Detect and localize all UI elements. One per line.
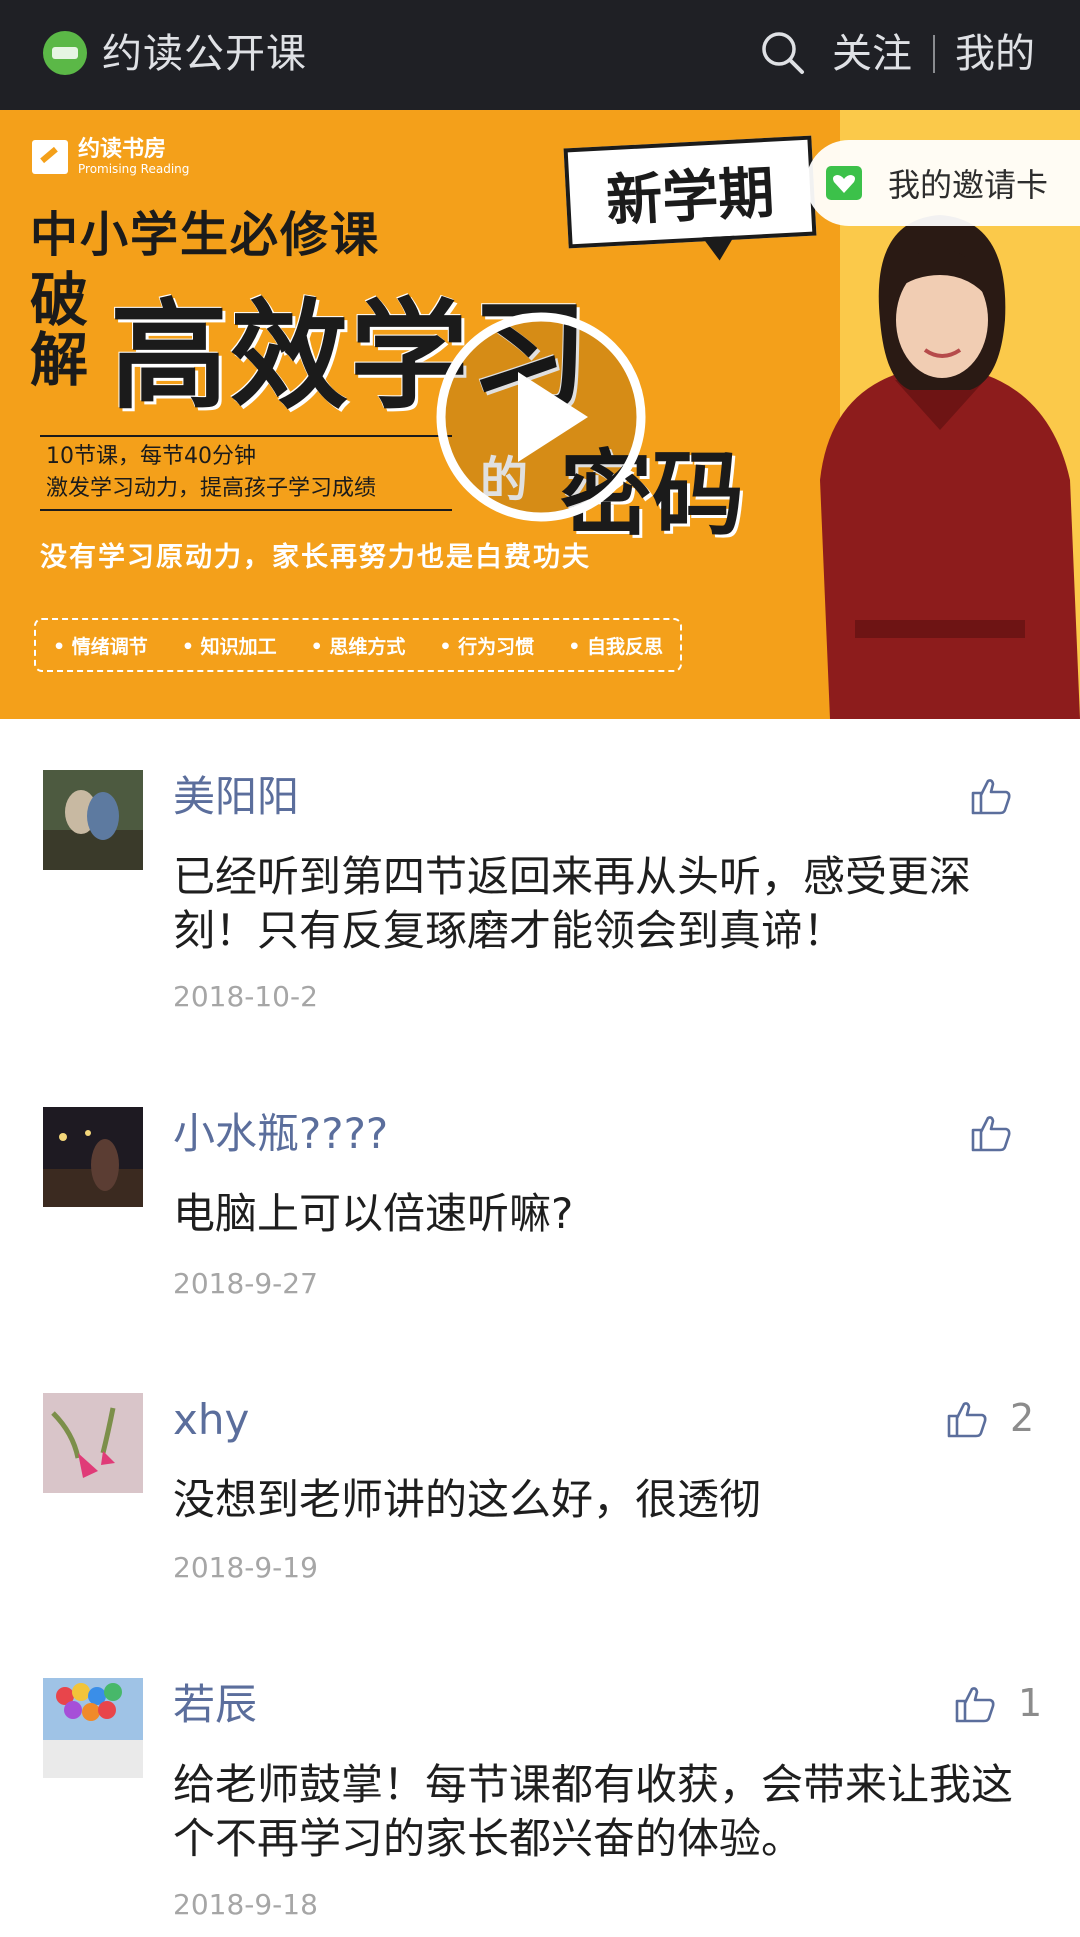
promo-box: 10节课，每节40分钟 激发学习动力，提高孩子学习成绩 <box>40 435 452 511</box>
brand-logo: 约读书房 Promising Reading <box>32 138 189 176</box>
app-title[interactable]: 约读公开课 <box>102 28 307 80</box>
comment-username[interactable]: xhy <box>173 1393 249 1447</box>
thumbs-up-icon[interactable] <box>970 776 1012 816</box>
teacher-photo <box>820 215 1080 719</box>
play-icon[interactable] <box>436 312 646 522</box>
app-logo-icon[interactable] <box>43 31 87 75</box>
like-count: 1 <box>1018 1681 1043 1725</box>
user-avatar[interactable] <box>43 770 143 870</box>
comment-date: 2018-10-2 <box>173 980 318 1013</box>
thumbs-up-icon[interactable] <box>954 1684 996 1724</box>
follow-button[interactable]: 关注 <box>832 28 912 80</box>
thumbs-up-icon[interactable] <box>946 1399 988 1439</box>
search-icon[interactable] <box>758 28 808 78</box>
comment-date: 2018-9-19 <box>173 1551 318 1584</box>
semester-speech-bubble: 新学期 <box>563 135 817 249</box>
feature-list: • 情绪调节 • 知识加工 • 思维方式 • 行为习惯 • 自我反思 <box>34 618 682 672</box>
feature-item: • 知识加工 <box>181 635 277 658</box>
user-avatar[interactable] <box>43 1393 143 1493</box>
comment-text: 电脑上可以倍速听嘛? <box>173 1189 574 1238</box>
comment-username[interactable]: 美阳阳 <box>173 770 299 824</box>
feature-item: • 情绪调节 <box>53 635 148 658</box>
course-kicker: 中小学生必修课 <box>30 207 381 263</box>
feature-item: • 自我反思 <box>568 635 663 658</box>
brand-name-en: Promising Reading <box>78 162 190 176</box>
banner-tagline: 没有学习原动力，家长再努力也是白费功夫 <box>40 542 591 573</box>
feature-item: • 思维方式 <box>310 635 406 658</box>
speech-bubble-text: 新学期 <box>604 160 776 234</box>
promo-line-1: 10节课，每节40分钟 <box>46 444 256 469</box>
headline-prefix: 破解 <box>30 266 89 394</box>
user-avatar[interactable] <box>43 1678 143 1778</box>
heart-card-icon <box>826 166 862 200</box>
comment-username[interactable]: 小水瓶???? <box>173 1107 388 1161</box>
comment-date: 2018-9-18 <box>173 1888 318 1921</box>
nav-divider <box>933 35 935 73</box>
user-avatar[interactable] <box>43 1107 143 1207</box>
brand-mark-icon <box>32 140 68 174</box>
top-bar: 约读公开课 关注 我的 <box>0 0 1080 110</box>
course-banner[interactable]: 约读书房 Promising Reading 中小学生必修课 破解 高效学习 的… <box>0 110 1080 719</box>
feature-item: • 行为习惯 <box>439 635 535 658</box>
comment-text: 给老师鼓掌！每节课都有收获，会带来让我这个不再学习的家长都兴奋的体验。 <box>173 1760 1014 1863</box>
thumbs-up-icon[interactable] <box>970 1113 1012 1153</box>
like-count: 2 <box>1010 1396 1035 1440</box>
comment-username[interactable]: 若辰 <box>173 1678 257 1732</box>
mine-button[interactable]: 我的 <box>955 28 1035 80</box>
invite-card-label: 我的邀请卡 <box>888 166 1049 204</box>
comment-date: 2018-9-27 <box>173 1267 318 1300</box>
comment-text: 没想到老师讲的这么好，很透彻 <box>173 1475 762 1524</box>
comment-text: 已经听到第四节返回来再从头听，感受更深刻！只有反复琢磨才能领会到真谛！ <box>173 852 972 955</box>
promo-line-2: 激发学习动力，提高孩子学习成绩 <box>46 476 377 501</box>
invite-card-button[interactable]: 我的邀请卡 <box>806 140 1080 226</box>
brand-name: 约读书房 <box>78 137 167 162</box>
